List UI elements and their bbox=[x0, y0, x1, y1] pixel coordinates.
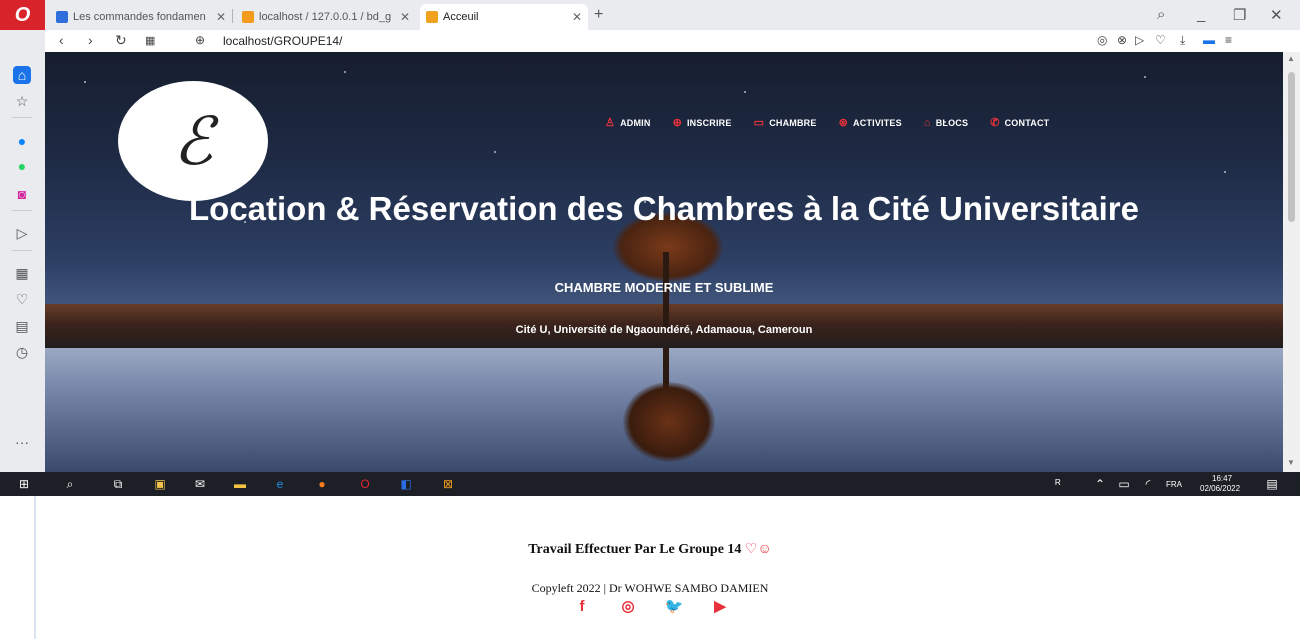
phpmyadmin-icon bbox=[242, 11, 254, 23]
download-icon[interactable]: ⤓ bbox=[1180, 33, 1185, 48]
social-links: f ◎ 🐦 ▶ bbox=[573, 597, 729, 616]
footer-copyright: Copyleft 2022 | Dr WOHWE SAMBO DAMIEN bbox=[531, 581, 769, 595]
visual-studio-icon[interactable]: ◧ bbox=[398, 476, 414, 492]
notifications-icon[interactable]: ▤ bbox=[1264, 476, 1280, 492]
xampp-icon[interactable]: ⊠ bbox=[440, 476, 456, 492]
doc-icon bbox=[56, 11, 68, 23]
heart-smile-icon: ♡☺ bbox=[744, 542, 772, 557]
star-icon[interactable]: ☆ bbox=[13, 92, 31, 110]
tab-acceuil[interactable]: Acceuil ✕ bbox=[420, 4, 588, 30]
url-field[interactable]: localhost/GROUPE14/ bbox=[223, 34, 342, 48]
history-icon[interactable]: ◷ bbox=[13, 343, 31, 361]
twitter-icon[interactable]: 🐦 bbox=[665, 597, 684, 615]
window-close-icon[interactable]: ✕ bbox=[1270, 6, 1283, 24]
speed-dial-icon[interactable]: ▦ bbox=[145, 34, 155, 47]
close-icon[interactable]: ✕ bbox=[572, 10, 582, 24]
nav-admin[interactable]: ♙ ADMIN bbox=[605, 116, 651, 129]
home-icon[interactable]: ⌂ bbox=[13, 66, 31, 84]
user-icon: ♙ bbox=[605, 117, 616, 129]
site-favicon-icon bbox=[426, 11, 438, 23]
task-view-icon[interactable]: ⧉ bbox=[110, 476, 126, 492]
main-nav: ♙ ADMIN ⊕ INSCRIRE ▭ CHAMBRE ⊛ ACTIVITES… bbox=[605, 116, 1049, 130]
nav-blocs[interactable]: ⌂ BLOCS bbox=[924, 116, 968, 129]
address-bar: ‹ › ↻ ▦ ⊕ localhost/GROUPE14/ ◎ ⊗ ▷ ♡ ⤓ … bbox=[45, 30, 1300, 53]
messenger-icon[interactable]: ● bbox=[13, 132, 31, 150]
search-tabs-icon[interactable]: ⌕ bbox=[1157, 6, 1165, 23]
footer-divider bbox=[34, 496, 36, 639]
nav-contact[interactable]: ✆ CONTACT bbox=[990, 116, 1049, 129]
facebook-icon[interactable]: f bbox=[573, 597, 591, 615]
forward-icon[interactable]: › bbox=[88, 32, 93, 48]
send-icon[interactable]: ▷ bbox=[13, 224, 31, 242]
tab-label: Les commandes fondamen bbox=[73, 11, 206, 23]
tab-label: localhost / 127.0.0.1 / bd_g bbox=[259, 11, 392, 23]
clock-date[interactable]: 02/06/2022 bbox=[1200, 484, 1240, 493]
minimize-icon[interactable]: _ bbox=[1197, 6, 1205, 23]
close-icon[interactable]: ✕ bbox=[400, 10, 410, 24]
footer-title: Travail Effectuer Par Le Groupe 14 ♡☺ bbox=[528, 542, 772, 557]
tab-label: Acceuil bbox=[443, 11, 479, 23]
hero-section: ℰ ♙ ADMIN ⊕ INSCRIRE ▭ CHAMBRE ⊛ ACTIVIT… bbox=[45, 52, 1283, 472]
tab-phpmyadmin[interactable]: localhost / 127.0.0.1 / bd_g ✕ bbox=[236, 4, 416, 30]
store-icon[interactable]: ▣ bbox=[152, 476, 168, 492]
windows-taskbar: ⊞ ⌕ ⧉ ▣ ✉ ▬ e ● O ◧ ⊠ ᴿ ⌃ ▭ ◜ FRA 16:47 … bbox=[0, 472, 1300, 496]
heart-icon[interactable]: ♡ bbox=[13, 290, 31, 308]
tab-commandes[interactable]: Les commandes fondamen ✕ bbox=[50, 4, 232, 30]
new-tab-icon[interactable]: + bbox=[594, 6, 603, 24]
home-icon: ⌂ bbox=[923, 116, 931, 129]
scroll-thumb[interactable] bbox=[1288, 72, 1295, 222]
restore-icon[interactable]: ❐ bbox=[1233, 6, 1246, 24]
notes-icon[interactable]: ▤ bbox=[13, 317, 31, 335]
opera-icon[interactable]: O bbox=[357, 476, 373, 492]
bed-icon: ▭ bbox=[753, 117, 765, 129]
settings-icon[interactable]: ≡ bbox=[1225, 33, 1232, 47]
nav-inscrire[interactable]: ⊕ INSCRIRE bbox=[673, 116, 732, 129]
instagram-icon[interactable]: ◙ bbox=[13, 185, 31, 203]
block-icon[interactable]: ⊗ bbox=[1117, 33, 1127, 47]
camera-icon[interactable]: ◎ bbox=[1097, 33, 1107, 47]
hero-address: Cité U, Université de Ngaoundéré, Adamao… bbox=[515, 324, 813, 336]
instagram-icon[interactable]: ◎ bbox=[619, 597, 637, 615]
hero-title: Location & Réservation des Chambres à la… bbox=[189, 190, 1139, 227]
battery-icon[interactable]: ▬ bbox=[1203, 33, 1215, 47]
browser-logo-icon[interactable]: O bbox=[0, 0, 45, 30]
phoenix-logo-icon: ℰ bbox=[173, 102, 213, 180]
browser-sidebar: ⌂ ☆ ● ● ◙ ▷ ▦ ♡ ▤ ◷ ··· bbox=[0, 30, 45, 472]
send-icon[interactable]: ▷ bbox=[1135, 33, 1144, 47]
file-explorer-icon[interactable]: ▬ bbox=[232, 476, 248, 492]
firefox-icon[interactable]: ● bbox=[314, 476, 330, 492]
search-icon[interactable]: ⌕ bbox=[62, 476, 78, 492]
globe-icon: ⊕ bbox=[195, 33, 206, 47]
site-logo[interactable]: ℰ bbox=[118, 81, 268, 201]
hero-subtitle: CHAMBRE MODERNE ET SUBLIME bbox=[554, 280, 774, 295]
whatsapp-icon[interactable]: ● bbox=[13, 157, 31, 175]
reload-icon[interactable]: ↻ bbox=[115, 32, 127, 49]
people-icon[interactable]: ᴿ bbox=[1050, 476, 1066, 492]
back-icon[interactable]: ‹ bbox=[59, 32, 64, 48]
battery-icon[interactable]: ▭ bbox=[1116, 476, 1132, 492]
clock-time[interactable]: 16:47 bbox=[1212, 474, 1232, 483]
page-scrollbar[interactable]: ▲ ▼ bbox=[1283, 52, 1300, 472]
gamepad-icon: ⊛ bbox=[838, 117, 849, 129]
windows-start-icon[interactable]: ⊞ bbox=[16, 476, 32, 492]
scroll-up-icon[interactable]: ▲ bbox=[1287, 54, 1295, 63]
more-icon[interactable]: ··· bbox=[13, 433, 31, 451]
mail-icon[interactable]: ✉ bbox=[192, 476, 208, 492]
youtube-icon[interactable]: ▶ bbox=[711, 597, 729, 615]
phone-icon: ✆ bbox=[990, 117, 1000, 129]
nav-chambre[interactable]: ▭ CHAMBRE bbox=[754, 116, 817, 129]
edge-icon[interactable]: e bbox=[272, 476, 288, 492]
wifi-icon[interactable]: ◜ bbox=[1140, 476, 1156, 492]
nav-activites[interactable]: ⊛ ACTIVITES bbox=[839, 116, 902, 129]
chevron-up-icon[interactable]: ⌃ bbox=[1092, 476, 1108, 492]
browser-tab-bar: O Les commandes fondamen ✕ localhost / 1… bbox=[0, 0, 1300, 30]
grid-icon[interactable]: ▦ bbox=[13, 264, 31, 282]
language-indicator[interactable]: FRA bbox=[1166, 480, 1182, 489]
scroll-down-icon[interactable]: ▼ bbox=[1287, 458, 1295, 467]
plus-circle-icon: ⊕ bbox=[672, 117, 682, 129]
heart-icon[interactable]: ♡ bbox=[1155, 33, 1166, 47]
close-icon[interactable]: ✕ bbox=[216, 10, 226, 24]
